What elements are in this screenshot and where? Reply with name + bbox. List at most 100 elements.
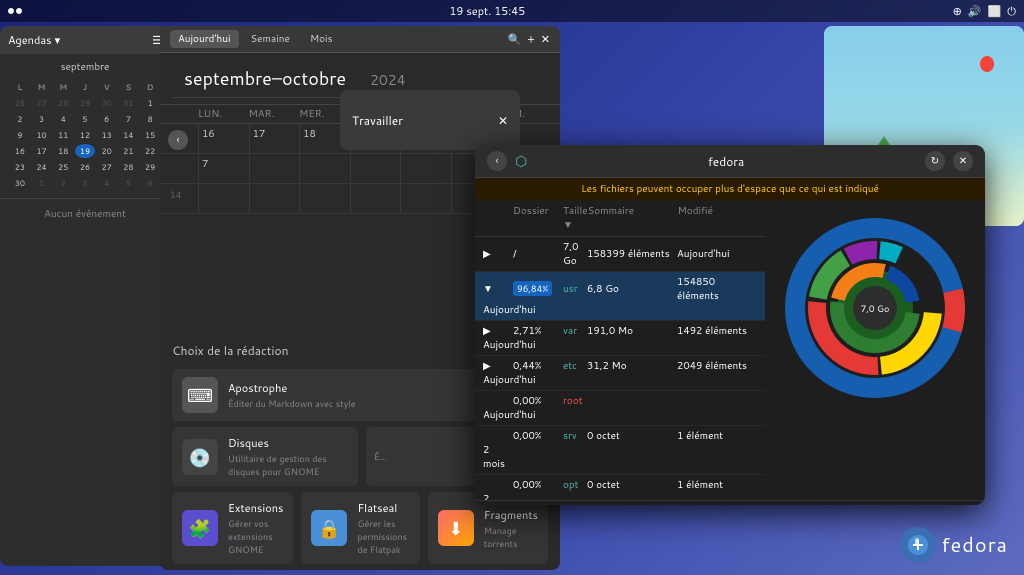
cal-day[interactable]: 11 xyxy=(53,128,73,142)
table-row[interactable]: ▶ 2,71% var 191,0 Mo 1492 éléments Aujou… xyxy=(475,321,765,356)
week-num: 14 xyxy=(168,184,198,213)
cal-cell[interactable] xyxy=(350,154,401,183)
disk-title: fedora xyxy=(535,153,917,170)
cal-day[interactable]: 26 xyxy=(10,96,30,110)
cal-cell[interactable] xyxy=(299,184,350,213)
disk-close-button[interactable]: ✕ xyxy=(953,151,973,171)
tab-month[interactable]: Mois xyxy=(302,30,341,48)
cal-day[interactable]: 5 xyxy=(75,112,95,126)
cal-day[interactable]: 1 xyxy=(32,176,52,190)
cal-day[interactable]: 22 xyxy=(140,144,160,158)
cal-cell[interactable] xyxy=(249,184,300,213)
cal-cell[interactable] xyxy=(400,184,451,213)
cal-day[interactable]: 2 xyxy=(10,112,30,126)
agendas-label[interactable]: Agendas ▾ xyxy=(8,32,60,48)
disk-back-button[interactable]: ‹ xyxy=(487,151,507,171)
add-icon[interactable]: + xyxy=(527,31,535,47)
cal-day[interactable]: 10 xyxy=(32,128,52,142)
cal-day[interactable]: 7 xyxy=(119,112,139,126)
cal-cell[interactable] xyxy=(198,184,249,213)
calendar-month-title: septembre–octobre xyxy=(172,59,358,98)
cal-day[interactable]: 28 xyxy=(119,160,139,174)
tab-week[interactable]: Semaine xyxy=(243,30,298,48)
cal-cell[interactable]: 17 xyxy=(249,124,300,153)
cal-day[interactable]: 17 xyxy=(32,144,52,158)
cal-day[interactable]: 6 xyxy=(140,176,160,190)
cal-cell[interactable] xyxy=(249,154,300,183)
app-item-extensions[interactable]: 🧩 Extensions Gérer vos extensions GNOME xyxy=(172,492,293,564)
table-row[interactable]: 0,00% root Aujourd'hui xyxy=(475,391,765,426)
cal-day[interactable]: 6 xyxy=(97,112,117,126)
cal-day[interactable]: 29 xyxy=(75,96,95,110)
table-row[interactable]: 0,00% opt 0 octet 1 élément 2 mois xyxy=(475,475,765,500)
cal-day[interactable]: 24 xyxy=(32,160,52,174)
cal-day[interactable]: 2 xyxy=(53,176,73,190)
table-row[interactable]: ▶ 0,44% etc 31,2 Mo 2049 éléments Aujour… xyxy=(475,356,765,391)
row-pct: 0,00% xyxy=(513,429,563,443)
cal-day[interactable]: 31 xyxy=(119,96,139,110)
disques-icon: 💿 xyxy=(182,439,218,475)
close-icon[interactable]: ✕ xyxy=(541,31,550,47)
row-modified: Aujourd'hui xyxy=(677,247,757,261)
travailler-close-icon[interactable]: ✕ xyxy=(498,112,508,129)
calendar-prev-nav[interactable]: ‹ xyxy=(168,130,188,150)
cal-day[interactable]: 3 xyxy=(32,112,52,126)
cal-day[interactable]: 1 xyxy=(140,96,160,110)
search-icon[interactable]: 🔍 xyxy=(508,31,522,47)
cal-day[interactable]: 21 xyxy=(119,144,139,158)
apostrophe-desc: Éditer du Markdown avec style xyxy=(228,397,516,410)
fedora-name: fedora xyxy=(942,531,1008,559)
cal-cell[interactable] xyxy=(400,154,451,183)
tab-today[interactable]: Aujourd'hui xyxy=(170,30,239,48)
cal-day[interactable]: 16 xyxy=(10,144,30,158)
cal-day[interactable]: 20 xyxy=(97,144,117,158)
volume-icon: 🔊 xyxy=(968,3,982,19)
disk-titlebar: ‹ ⬡ fedora ↻ ✕ xyxy=(475,145,985,178)
cal-cell[interactable] xyxy=(299,154,350,183)
cal-day[interactable]: 8 xyxy=(140,112,160,126)
disques-name: Disques xyxy=(228,435,348,451)
cal-cell[interactable] xyxy=(350,184,401,213)
cal-day[interactable]: 30 xyxy=(97,96,117,110)
cal-day[interactable]: 18 xyxy=(53,144,73,158)
disk-table-header: Dossier Taille ▼ Sommaire Modifié xyxy=(475,200,765,237)
disk-reload-button[interactable]: ↻ xyxy=(925,151,945,171)
app-item-flatseal[interactable]: 🔒 Flatseal Gérer les permissions de Flat… xyxy=(301,492,419,564)
cal-day[interactable]: 14 xyxy=(119,128,139,142)
table-row[interactable]: ▶ / 7,0 Go 158399 éléments Aujourd'hui xyxy=(475,237,765,272)
cal-cell[interactable]: 16 xyxy=(198,124,249,153)
row-summary: 1 élément xyxy=(677,478,757,492)
fragments-name: Fragments xyxy=(484,507,538,523)
cal-day[interactable]: 26 xyxy=(75,160,95,174)
cal-day[interactable]: 13 xyxy=(97,128,117,142)
row-modified: Aujourd'hui xyxy=(483,338,513,352)
cal-day[interactable]: 23 xyxy=(10,160,30,174)
cal-day[interactable]: 4 xyxy=(97,176,117,190)
cal-day[interactable]: 27 xyxy=(97,160,117,174)
cal-day[interactable]: 25 xyxy=(53,160,73,174)
row-size: 6,8 Go xyxy=(587,282,677,296)
cal-day[interactable]: 30 xyxy=(10,176,30,190)
cal-day[interactable]: 3 xyxy=(75,176,95,190)
cal-cell[interactable]: 7 xyxy=(198,154,249,183)
cal-day[interactable]: 27 xyxy=(32,96,52,110)
cal-day[interactable]: 28 xyxy=(53,96,73,110)
cal-day[interactable]: 5 xyxy=(119,176,139,190)
row-size: 31,2 Mo xyxy=(587,359,677,373)
table-row[interactable]: 0,00% srv 0 octet 1 élément 2 mois xyxy=(475,426,765,475)
cal-day[interactable]: 15 xyxy=(140,128,160,142)
apostrophe-info: Apostrophe Éditer du Markdown avec style xyxy=(228,380,516,410)
cal-day[interactable]: 29 xyxy=(140,160,160,174)
table-row[interactable]: ▼ 96,84% usr 6,8 Go 154850 éléments Aujo… xyxy=(475,272,765,321)
power-icon[interactable]: ⏻ xyxy=(1007,3,1016,19)
cal-day[interactable]: 12 xyxy=(75,128,95,142)
app-item-disques[interactable]: 💿 Disques Utilitaire de gestion des disq… xyxy=(172,427,358,486)
cal-day-today[interactable]: 19 xyxy=(75,144,95,158)
row-expand-icon: ▼ xyxy=(483,282,513,296)
row-expand-icon: ▶ xyxy=(483,359,513,373)
calendar-mini-window: Agendas ▾ ☰ septembre L M M J V S D 26 2… xyxy=(0,26,170,566)
cal-day[interactable]: 4 xyxy=(53,112,73,126)
cal-day[interactable]: 9 xyxy=(10,128,30,142)
flatseal-info: Flatseal Gérer les permissions de Flatpa… xyxy=(357,500,409,556)
row-summary: 1 élément xyxy=(677,429,757,443)
